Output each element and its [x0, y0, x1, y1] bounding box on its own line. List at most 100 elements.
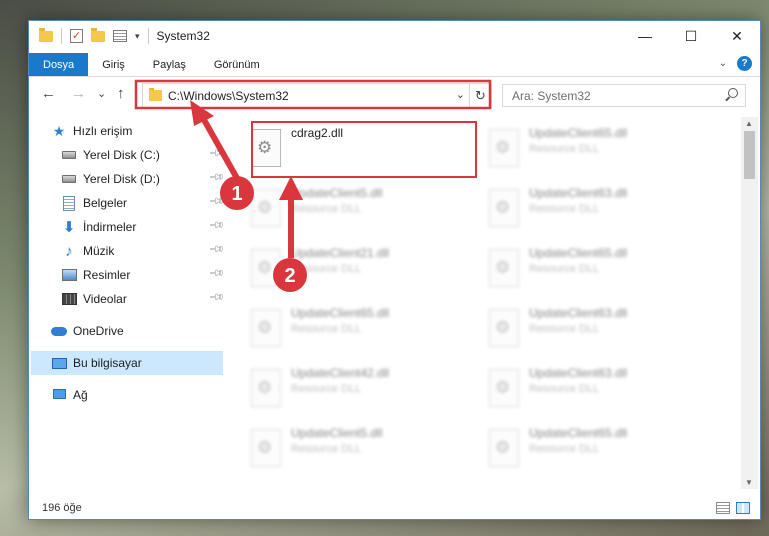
tab-file[interactable]: Dosya [29, 53, 89, 76]
sidebar-item-music[interactable]: ♪ Müzik 📌︎ [61, 239, 225, 263]
drive-icon [61, 171, 77, 187]
large-icons-view-icon[interactable] [736, 502, 750, 514]
highlight-box-file [251, 121, 477, 178]
folder-icon [39, 27, 53, 42]
dll-file-icon [489, 129, 519, 167]
file-name: UpdateClient21.dll [291, 246, 390, 260]
file-name: UpdateClient5.dll [291, 186, 383, 200]
dll-file-icon [251, 429, 281, 467]
file-name: UpdateClient65.dll [529, 126, 628, 140]
search-box[interactable]: Ara: System32 [502, 84, 746, 107]
pin-icon[interactable]: 📌︎ [208, 217, 225, 234]
dll-file-icon [489, 369, 519, 407]
sidebar-item-onedrive[interactable]: OneDrive [51, 319, 221, 343]
file-name: UpdateClient65.dll [529, 426, 628, 440]
list-item[interactable]: UpdateClient65.dll Resource DLL [481, 419, 701, 475]
file-type: Resource DLL [291, 443, 362, 455]
maximize-button[interactable]: ☐ [668, 21, 714, 51]
list-item[interactable]: UpdateClient5.dll Resource DLL [243, 419, 463, 475]
vertical-scrollbar[interactable]: ▲ ▼ [741, 117, 758, 489]
sidebar-item-local-disk-c[interactable]: Yerel Disk (C:) 📌︎ [61, 143, 225, 167]
list-item[interactable]: UpdateClient63.dll Resource DLL [481, 179, 701, 235]
pin-icon[interactable]: 📌︎ [208, 145, 225, 162]
file-type: Resource DLL [529, 323, 600, 335]
pin-icon[interactable]: 📌︎ [208, 265, 225, 282]
sidebar-item-label: Yerel Disk (D:) [83, 172, 160, 186]
file-name: UpdateClient42.dll [291, 366, 390, 380]
item-count: 196 öğe [42, 502, 82, 514]
minimize-button[interactable]: — [622, 21, 668, 51]
sidebar-item-downloads[interactable]: ⬇ İndirmeler 📌︎ [61, 215, 225, 239]
search-placeholder[interactable]: Ara: System32 [512, 89, 591, 103]
file-name: UpdateClient63.dll [529, 306, 628, 320]
new-folder-icon[interactable] [91, 27, 105, 42]
refresh-button[interactable]: ↻ [469, 84, 491, 107]
title-bar: ✓ ▾ System32 — ☐ ✕ [29, 21, 760, 51]
file-type: Resource DLL [529, 143, 600, 155]
scroll-down-arrow-icon[interactable]: ▼ [745, 478, 753, 487]
details-view-icon[interactable] [716, 502, 730, 514]
file-type: Resource DLL [291, 203, 362, 215]
list-item[interactable]: UpdateClient42.dll Resource DLL [243, 359, 463, 415]
sidebar-item-network[interactable]: Ağ [51, 383, 221, 407]
sidebar-item-local-disk-d[interactable]: Yerel Disk (D:) 📌︎ [61, 167, 225, 191]
sidebar-item-this-pc[interactable]: Bu bilgisayar [31, 351, 223, 375]
list-item[interactable]: UpdateClient63.dll Resource DLL [481, 299, 701, 355]
tab-home[interactable]: Giriş [88, 53, 139, 76]
properties-check-icon[interactable]: ✓ [70, 29, 83, 43]
computer-icon [51, 355, 67, 371]
ribbon-right-controls: ⌄ ? [719, 56, 752, 71]
star-icon: ★ [52, 122, 66, 139]
pin-icon[interactable]: 📌︎ [208, 241, 225, 258]
file-type: Resource DLL [529, 263, 600, 275]
sidebar-item-pictures[interactable]: Resimler 📌︎ [61, 263, 225, 287]
help-icon[interactable]: ? [737, 56, 752, 71]
pin-icon[interactable]: 📌︎ [208, 169, 225, 186]
sidebar-item-label: Müzik [83, 244, 115, 258]
dll-file-icon [489, 309, 519, 347]
sidebar-item-label: OneDrive [73, 324, 124, 338]
sidebar-item-label: Bu bilgisayar [73, 356, 142, 370]
chevron-down-icon[interactable]: ▾ [135, 31, 140, 42]
up-button[interactable]: ↑ [117, 85, 125, 102]
list-item[interactable]: UpdateClient65.dll Resource DLL [243, 299, 463, 355]
address-path[interactable]: C:\Windows\System32 [168, 89, 289, 103]
sidebar-item-quick-access[interactable]: ★ Hızlı erişim [51, 119, 221, 143]
list-item[interactable]: UpdateClient65.dll Resource DLL [481, 119, 701, 175]
forward-button[interactable]: → [71, 85, 86, 102]
pin-icon[interactable]: 📌︎ [208, 289, 225, 306]
address-bar[interactable]: C:\Windows\System32 ⌄ ↻ [142, 83, 492, 108]
close-button[interactable]: ✕ [714, 21, 760, 51]
list-item[interactable]: UpdateClient5.dll Resource DLL [243, 179, 463, 235]
scrollbar-thumb[interactable] [744, 131, 755, 179]
chevron-down-icon[interactable]: ⌄ [456, 88, 465, 101]
list-item[interactable]: UpdateClient65.dll Resource DLL [481, 239, 701, 295]
tab-share[interactable]: Paylaş [139, 53, 200, 76]
cloud-icon [51, 323, 67, 339]
toolbar-divider [147, 28, 149, 44]
file-list: cdrag2.dll UpdateClient5.dll Resource DL… [229, 117, 739, 489]
sidebar-item-documents[interactable]: Belgeler 📌︎ [61, 191, 225, 215]
navigation-pane: ★ Hızlı erişim Yerel Disk (C:) 📌︎ Yerel … [29, 117, 225, 487]
sidebar-item-label: İndirmeler [83, 220, 137, 234]
pictures-icon [61, 267, 77, 283]
music-icon: ♪ [65, 242, 73, 260]
list-item[interactable]: UpdateClient21.dll Resource DLL [243, 239, 463, 295]
recent-locations-button[interactable]: ⌄ [97, 87, 106, 100]
list-item[interactable]: UpdateClient63.dll Resource DLL [481, 359, 701, 415]
file-name: UpdateClient65.dll [291, 306, 390, 320]
toolbar-divider [61, 28, 62, 44]
quick-access-toolbar: ✓ ▾ [39, 27, 149, 44]
search-icon[interactable] [728, 88, 738, 98]
pin-icon[interactable]: 📌︎ [208, 193, 225, 210]
dll-file-icon [251, 189, 281, 227]
file-type: Resource DLL [291, 323, 362, 335]
tab-view[interactable]: Görünüm [200, 53, 274, 76]
drive-icon [61, 147, 77, 163]
sidebar-item-videos[interactable]: Videolar 📌︎ [61, 287, 225, 311]
videos-icon [61, 291, 77, 307]
expand-ribbon-chevron-icon[interactable]: ⌄ [719, 58, 727, 69]
back-button[interactable]: ← [41, 85, 56, 102]
scroll-up-arrow-icon[interactable]: ▲ [745, 119, 753, 128]
customize-toolbar-icon[interactable] [113, 30, 127, 42]
